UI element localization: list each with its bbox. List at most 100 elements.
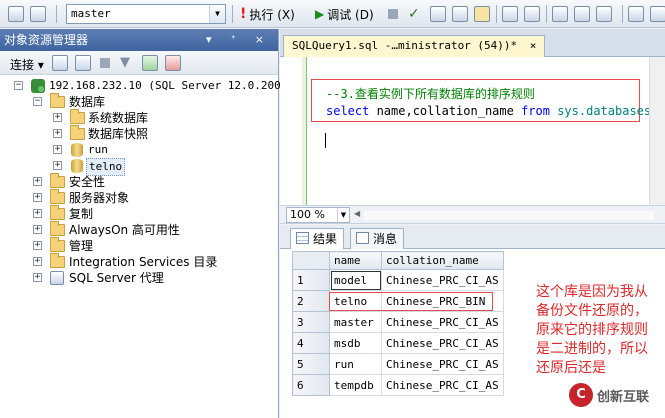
expand-icon[interactable]: + [53, 161, 62, 170]
table-row[interactable]: 5 run Chinese_PRC_CI_AS [292, 353, 504, 375]
expand-icon[interactable]: + [33, 273, 42, 282]
panel-window-controls[interactable]: ▾ ᐩ × [206, 29, 272, 51]
cell-collation[interactable]: Chinese_PRC_CI_AS [381, 332, 504, 354]
expand-icon[interactable]: + [33, 193, 42, 202]
tree-node-label: 192.168.232.10 (SQL Server 12.0.2000 - [49, 79, 301, 92]
results-to-grid-icon[interactable] [474, 4, 490, 24]
tree-node-label: Integration Services 目录 [69, 255, 218, 269]
cell-name[interactable]: msdb [329, 332, 382, 354]
row-header-corner[interactable] [292, 251, 330, 270]
chevron-down-icon[interactable]: ▼ [209, 5, 225, 23]
cell-name[interactable]: master [329, 311, 382, 333]
cell-collation[interactable]: Chinese_PRC_CI_AS [381, 374, 504, 396]
watermark-logo: C [569, 383, 593, 407]
tab-messages[interactable]: 消息 [350, 228, 405, 249]
tree-node-agent[interactable]: + SQL Server 代理 [0, 270, 278, 286]
expand-icon[interactable]: + [33, 241, 42, 250]
results-tab-strip: 结果 消息 [280, 225, 665, 249]
row-number[interactable]: 2 [292, 290, 330, 312]
uncomment-lines-icon[interactable] [650, 4, 665, 24]
cell-name[interactable]: tempdb [329, 374, 382, 396]
expand-icon[interactable]: + [53, 145, 62, 154]
code-line: select name,collation_name from sys.data… [326, 103, 651, 120]
stop-icon[interactable] [388, 4, 398, 24]
tab-sqlquery1[interactable]: SQLQuery1.sql -…ministrator (54))* × [283, 35, 546, 57]
tab-results[interactable]: 结果 [290, 228, 345, 249]
database-selector[interactable]: master ▼ [66, 4, 226, 24]
close-icon[interactable]: × [530, 39, 537, 52]
message-icon [356, 232, 369, 244]
tree-node-label: AlwaysOn 高可用性 [69, 223, 180, 237]
expand-icon[interactable]: + [33, 257, 42, 266]
tree-node-server[interactable]: − 192.168.232.10 (SQL Server 12.0.2000 - [0, 78, 301, 94]
grid-header-row: name collation_name [292, 251, 504, 270]
client-stats-icon[interactable] [574, 4, 590, 24]
expand-icon[interactable]: + [33, 177, 42, 186]
tree-node-management[interactable]: + 管理 [0, 237, 278, 254]
tree-node-databases[interactable]: − 数据库 [0, 93, 278, 110]
row-number[interactable]: 5 [292, 353, 330, 375]
row-number[interactable]: 3 [292, 311, 330, 333]
table-row[interactable]: 1 model Chinese_PRC_CI_AS [292, 269, 504, 291]
tree-node-security[interactable]: + 安全性 [0, 173, 278, 190]
connect-button[interactable]: 连接 ▾ [10, 56, 44, 73]
parse-checkmark-icon[interactable]: ✓ [408, 4, 420, 24]
zoom-selector[interactable]: 100 % ▼ [286, 207, 350, 223]
tree-node-system-databases[interactable]: + 系统数据库 [0, 109, 278, 126]
cell-collation[interactable]: Chinese_PRC_CI_AS [381, 269, 504, 291]
refresh-icon[interactable] [142, 55, 158, 71]
expand-icon[interactable]: + [33, 225, 42, 234]
filter-icon[interactable]: ▼ [120, 55, 130, 70]
results-to-icon[interactable] [452, 4, 468, 24]
chevron-down-icon[interactable]: ▼ [337, 208, 349, 222]
query-options-icon[interactable] [8, 4, 24, 24]
intellisense-icon[interactable] [502, 4, 518, 24]
code-keyword-select: select [326, 104, 370, 118]
new-query-icon[interactable] [30, 4, 46, 24]
tree-node-db-run[interactable]: + run [0, 142, 278, 158]
tree-node-integration-services[interactable]: + Integration Services 目录 [0, 253, 278, 270]
tree-node-server-objects[interactable]: + 服务器对象 [0, 189, 278, 206]
query-editor[interactable]: --3.查看实例下所有数据库的排序规则 select name,collatio… [280, 57, 665, 205]
debug-button[interactable]: ▶ 调试 (D) [315, 4, 374, 24]
cell-name[interactable]: run [329, 353, 382, 375]
connect-engine-icon[interactable] [52, 55, 68, 71]
tree-node-label: 数据库快照 [88, 127, 149, 141]
outline-icon[interactable] [524, 4, 540, 24]
column-header-name[interactable]: name [329, 251, 382, 270]
tree-node-replication[interactable]: + 复制 [0, 205, 278, 222]
table-row[interactable]: 4 msdb Chinese_PRC_CI_AS [292, 332, 504, 354]
editor-vertical-scrollbar[interactable] [649, 57, 665, 205]
scroll-left-icon[interactable]: ◀ [354, 209, 360, 218]
activity-monitor-icon[interactable] [165, 55, 181, 71]
specify-values-icon[interactable] [552, 4, 568, 24]
stop-icon[interactable] [100, 58, 110, 68]
folder-icon [50, 173, 65, 188]
cell-name[interactable]: model [329, 269, 382, 291]
table-row[interactable]: 3 master Chinese_PRC_CI_AS [292, 311, 504, 333]
expand-icon[interactable]: + [53, 129, 62, 138]
tree-node-label: 数据库 [69, 95, 106, 109]
display-plan-icon[interactable] [430, 4, 446, 24]
execute-button[interactable]: ! 执行 (X) [240, 4, 295, 24]
tree-node-db-telno[interactable]: + telno [0, 158, 278, 176]
collapse-icon[interactable]: − [14, 81, 23, 90]
collapse-icon[interactable]: − [33, 97, 42, 106]
table-row[interactable]: 6 tempdb Chinese_PRC_CI_AS [292, 374, 504, 396]
horizontal-scrollbar[interactable] [364, 211, 654, 220]
comment-lines-icon[interactable] [628, 4, 644, 24]
disconnect-icon[interactable] [75, 55, 91, 71]
include-plan-icon[interactable] [596, 4, 612, 24]
row-number[interactable]: 6 [292, 374, 330, 396]
expand-icon[interactable]: + [53, 113, 62, 122]
column-header-collation[interactable]: collation_name [381, 251, 504, 270]
execute-label: 执行 (X) [249, 7, 295, 22]
cell-collation[interactable]: Chinese_PRC_CI_AS [381, 311, 504, 333]
row-number[interactable]: 1 [292, 269, 330, 291]
tree-node-snapshots[interactable]: + 数据库快照 [0, 125, 278, 142]
cell-collation[interactable]: Chinese_PRC_CI_AS [381, 353, 504, 375]
code-keyword-from: from [521, 104, 550, 118]
expand-icon[interactable]: + [33, 209, 42, 218]
row-number[interactable]: 4 [292, 332, 330, 354]
tree-node-alwayson[interactable]: + AlwaysOn 高可用性 [0, 221, 278, 238]
